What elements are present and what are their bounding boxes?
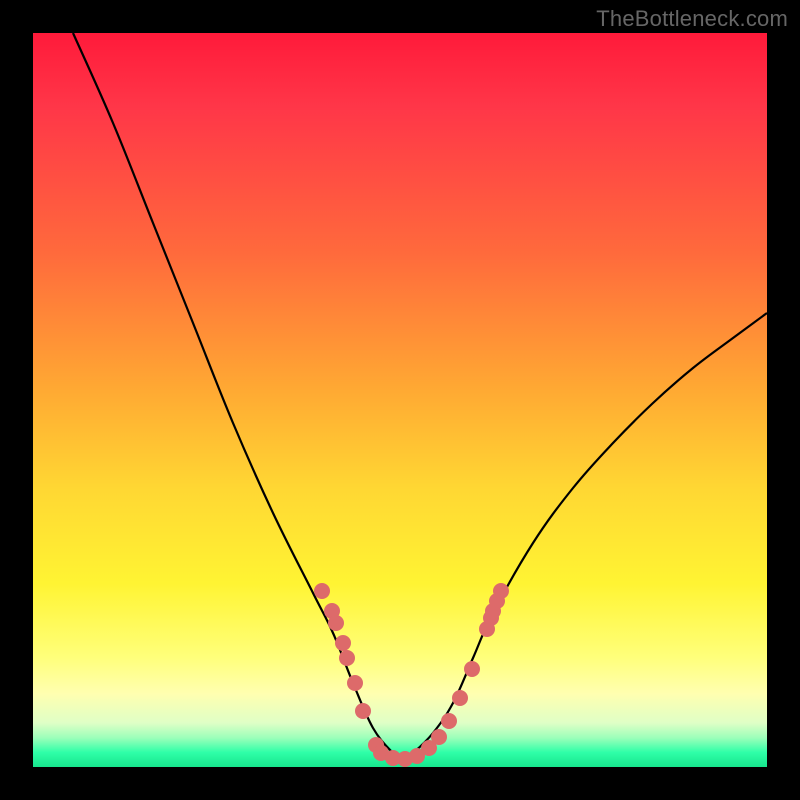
bead: [493, 583, 509, 599]
watermark-text: TheBottleneck.com: [596, 6, 788, 32]
bead: [452, 690, 468, 706]
bead-group: [314, 583, 509, 767]
bottleneck-curve: [73, 33, 767, 759]
bead: [335, 635, 351, 651]
curve-layer: [33, 33, 767, 767]
bead: [339, 650, 355, 666]
bead: [314, 583, 330, 599]
plot-area: [33, 33, 767, 767]
bead: [464, 661, 480, 677]
bead: [347, 675, 363, 691]
bead: [441, 713, 457, 729]
bead: [431, 729, 447, 745]
chart-frame: TheBottleneck.com: [0, 0, 800, 800]
bead: [328, 615, 344, 631]
bead: [355, 703, 371, 719]
